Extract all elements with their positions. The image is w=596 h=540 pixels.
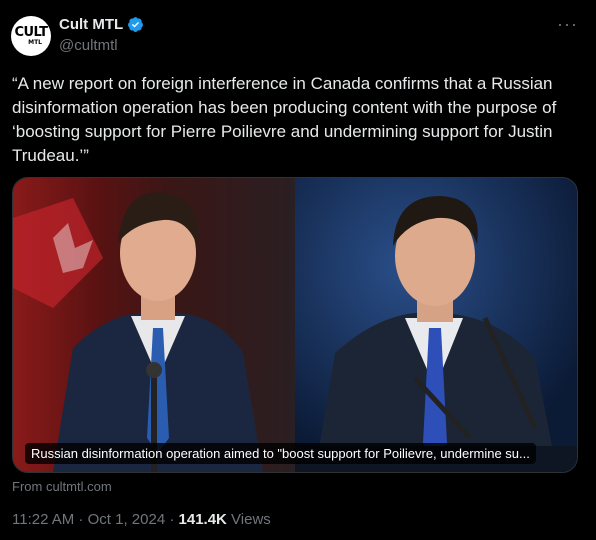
card-source[interactable]: From cultmtl.com <box>12 479 112 494</box>
views-label: Views <box>226 511 271 528</box>
tweet-meta: 11:22 AM · Oct 1, 2024 · 141.4K Views <box>12 511 271 528</box>
link-card[interactable]: Russian disinformation operation aimed t… <box>12 177 578 473</box>
meta-separator: · <box>74 511 88 528</box>
photo-poilievre <box>295 178 577 472</box>
tweet-time[interactable]: 11:22 AM <box>12 511 74 528</box>
photo-trudeau <box>13 178 295 472</box>
more-options-icon[interactable]: ··· <box>557 14 578 35</box>
tweet-text: “A new report on foreign interference in… <box>12 74 562 165</box>
trudeau-illustration <box>13 192 263 472</box>
author-display-name[interactable]: Cult MTL <box>59 16 123 33</box>
author-name-row: Cult MTL <box>59 16 144 33</box>
poilievre-illustration <box>295 178 577 472</box>
avatar-logo-subtext: MTL <box>28 38 42 46</box>
verified-badge-icon <box>128 17 144 32</box>
tweet-date[interactable]: Oct 1, 2024 <box>88 511 166 528</box>
avatar-logo-text: CULT <box>14 24 48 40</box>
views-count: 141.4K <box>178 511 227 528</box>
meta-separator-2: · <box>165 511 179 528</box>
author-handle[interactable]: @cultmtl <box>59 37 118 54</box>
avatar[interactable]: CULT MTL <box>11 16 51 56</box>
card-caption: Russian disinformation operation aimed t… <box>25 443 536 464</box>
